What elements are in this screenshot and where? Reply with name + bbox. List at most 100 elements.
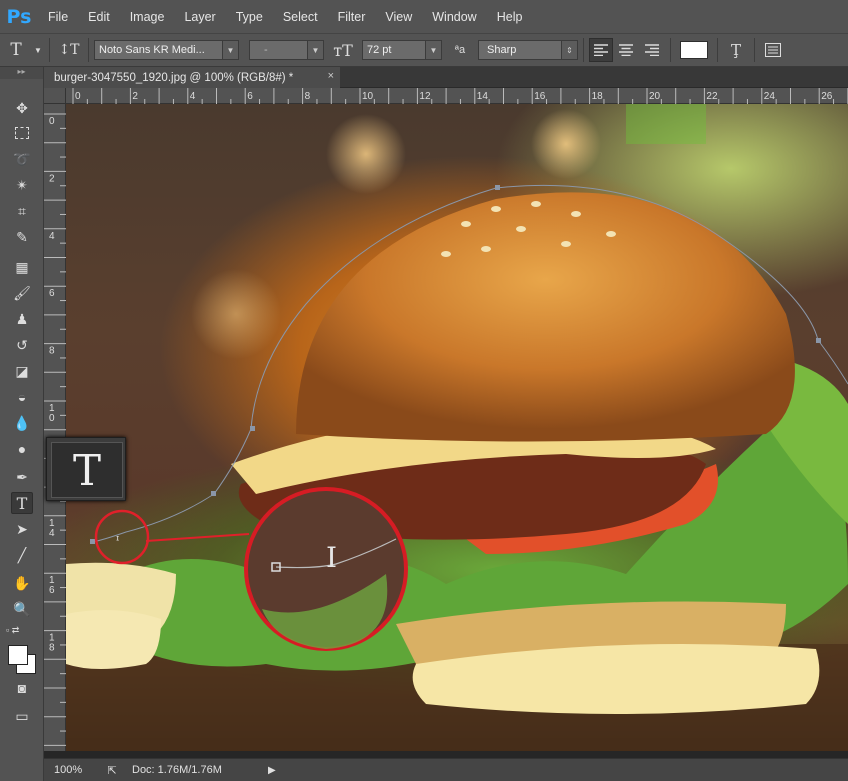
- marquee-shape: [15, 127, 29, 139]
- type-tool-icon[interactable]: T: [11, 492, 33, 514]
- ruler-label: 22: [706, 91, 718, 102]
- menu-select[interactable]: Select: [273, 10, 328, 24]
- canvas-artwork: ᶦ I: [66, 104, 848, 751]
- ruler-ticks: 024681012141618: [44, 113, 66, 746]
- warp-text-icon[interactable]: Ţ: [723, 41, 749, 59]
- type-tool-large-icon: T: [51, 442, 123, 498]
- ruler-label: 4: [49, 231, 55, 242]
- menu-filter[interactable]: Filter: [328, 10, 376, 24]
- marquee-tool-icon[interactable]: [11, 122, 33, 144]
- active-tool-popout: T: [46, 437, 126, 501]
- clone-stamp-tool-icon[interactable]: ♟: [11, 308, 33, 330]
- toggle-text-orientation-icon[interactable]: ↕T: [55, 42, 83, 58]
- close-icon[interactable]: ×: [328, 70, 334, 82]
- document-tab[interactable]: burger-3047550_1920.jpg @ 100% (RGB/8#) …: [44, 67, 340, 88]
- horizontal-ruler[interactable]: 0 2 4 6 8 10 12 14 16 18 20 22 24 26: [66, 88, 848, 104]
- magic-wand-tool-icon[interactable]: ✴: [11, 174, 33, 196]
- antialias-value: Sharp: [487, 44, 517, 56]
- ruler-label: 2: [49, 173, 55, 184]
- eraser-tool-icon[interactable]: ◪: [11, 360, 33, 382]
- document-tab-title: burger-3047550_1920.jpg @ 100% (RGB/8#) …: [54, 71, 294, 84]
- ruler-label: 10: [362, 91, 374, 102]
- tools-panel: ▸▸ ✥ ➰ ✴ ⌗ ✎ ▦ 🖌 ♟ ↺ ◪ ◒ 💧 ● ✒ T ➤ ╱ ✋ 🔍…: [0, 67, 44, 781]
- divider: [583, 38, 584, 62]
- ruler-label: 24: [764, 91, 776, 102]
- ruler-label: 8: [49, 346, 55, 357]
- ruler-label: 14: [477, 91, 489, 102]
- document-tab-bar: burger-3047550_1920.jpg @ 100% (RGB/8#) …: [44, 67, 848, 88]
- menu-edit[interactable]: Edit: [78, 10, 120, 24]
- zoom-tool-icon[interactable]: 🔍: [11, 598, 33, 620]
- status-menu-arrow-icon[interactable]: ▶: [268, 765, 276, 776]
- pen-tool-icon[interactable]: ✒: [11, 466, 33, 488]
- quick-mask-icon[interactable]: ◙: [11, 677, 33, 699]
- divider: [717, 38, 718, 62]
- history-brush-tool-icon[interactable]: ↺: [11, 334, 33, 356]
- blur-tool-icon[interactable]: 💧: [11, 412, 33, 434]
- ruler-label: 6: [49, 288, 55, 299]
- menu-view[interactable]: View: [375, 10, 422, 24]
- ruler-label: 2: [132, 91, 138, 102]
- menu-file[interactable]: File: [38, 10, 78, 24]
- align-center-icon[interactable]: [613, 44, 639, 56]
- top-bun: [296, 192, 795, 442]
- foreground-color-swatch[interactable]: [8, 645, 28, 665]
- photoshop-logo: Ps: [6, 5, 32, 28]
- tool-preset-dropdown-icon[interactable]: ▼: [32, 46, 44, 55]
- ruler-label: 16: [534, 91, 546, 102]
- font-style-select[interactable]: - ▼: [249, 40, 324, 60]
- move-tool-icon[interactable]: ✥: [11, 97, 33, 119]
- ruler-label: 12: [419, 91, 431, 102]
- vertical-ruler[interactable]: 024681012141618: [44, 104, 66, 751]
- ruler-label: 0: [49, 413, 55, 424]
- align-left-icon[interactable]: [589, 38, 613, 62]
- divider: [49, 38, 50, 62]
- menu-layer[interactable]: Layer: [174, 10, 225, 24]
- chevron-down-icon: ▼: [425, 41, 441, 59]
- menu-window[interactable]: Window: [422, 10, 486, 24]
- divider: [88, 38, 89, 62]
- callout-line: [145, 533, 250, 542]
- document-canvas[interactable]: ᶦ I: [66, 104, 848, 751]
- ruler-label: 8: [49, 643, 55, 654]
- character-panel-icon[interactable]: [760, 43, 786, 57]
- type-tool-icon[interactable]: T: [0, 40, 32, 60]
- magnified-i-beam-icon: I: [326, 541, 337, 574]
- status-bar: 100% ⇱ Doc: 1.76M/1.76M ▶: [44, 758, 848, 781]
- ruler-label: 0: [49, 116, 55, 127]
- swap-colors-icon[interactable]: ▫ ⇄: [6, 625, 36, 637]
- ruler-origin[interactable]: [44, 88, 66, 104]
- chevron-down-icon: ▼: [222, 41, 238, 59]
- brush-tool-icon[interactable]: 🖌: [11, 282, 33, 304]
- bokeh-light: [326, 114, 406, 194]
- menu-help[interactable]: Help: [487, 10, 533, 24]
- highlight-circle-small: [94, 509, 150, 565]
- text-color-swatch[interactable]: [680, 41, 708, 59]
- antialias-icon: ªa: [454, 44, 466, 56]
- align-right-icon[interactable]: [639, 44, 665, 56]
- paint-bucket-tool-icon[interactable]: ◒: [11, 386, 33, 408]
- font-size-select[interactable]: 72 pt ▼: [362, 40, 442, 60]
- lasso-tool-icon[interactable]: ➰: [11, 148, 33, 170]
- hand-tool-icon[interactable]: ✋: [11, 572, 33, 594]
- eyedropper-tool-icon[interactable]: ✎: [11, 226, 33, 248]
- export-icon[interactable]: ⇱: [92, 764, 132, 777]
- document-info: Doc: 1.76M/1.76M: [132, 764, 222, 776]
- antialias-select[interactable]: Sharp ⇕: [478, 40, 578, 60]
- ruler-label: 8: [305, 91, 311, 102]
- text-color-fill: [681, 42, 707, 58]
- panel-grip-icon[interactable]: ▸▸: [0, 67, 43, 79]
- line-tool-icon[interactable]: ╱: [11, 544, 33, 566]
- font-family-select[interactable]: Noto Sans KR Medi... ▼: [94, 40, 239, 60]
- screen-mode-icon[interactable]: ▭: [11, 705, 33, 727]
- healing-brush-tool-icon[interactable]: ▦: [11, 256, 33, 278]
- path-selection-tool-icon[interactable]: ➤: [11, 518, 33, 540]
- zoom-level[interactable]: 100%: [44, 764, 92, 776]
- dodge-tool-icon[interactable]: ●: [11, 438, 33, 460]
- menu-image[interactable]: Image: [120, 10, 175, 24]
- crop-tool-icon[interactable]: ⌗: [11, 200, 33, 222]
- ruler-label: 6: [49, 585, 55, 596]
- menu-type[interactable]: Type: [226, 10, 273, 24]
- font-size-icon: ᴛT: [333, 40, 353, 60]
- font-family-value: Noto Sans KR Medi...: [99, 44, 205, 56]
